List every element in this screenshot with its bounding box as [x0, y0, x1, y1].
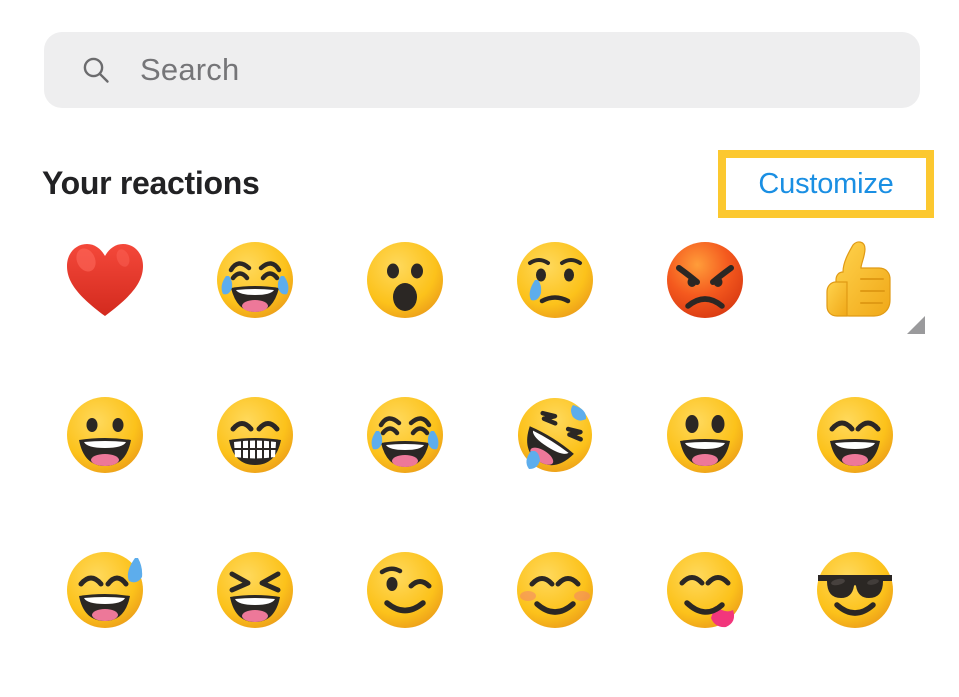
emoji-smiling-face-with-smiling-eyes[interactable] — [480, 542, 630, 697]
face-with-open-mouth-icon — [363, 238, 447, 322]
emoji-face-savoring-food[interactable] — [630, 542, 780, 697]
emoji-row — [0, 232, 959, 387]
emoji-face-with-tears-of-joy[interactable] — [330, 387, 480, 542]
grinning-face-with-sweat-icon — [63, 548, 147, 632]
emoji-row — [0, 387, 959, 542]
red-heart-icon — [63, 238, 147, 322]
emoji-red-heart[interactable] — [30, 232, 180, 387]
beaming-face-with-smiling-eyes-icon — [213, 393, 297, 477]
emoji-pouting-face[interactable] — [630, 232, 780, 387]
emoji-row — [0, 542, 959, 697]
pouting-face-icon — [663, 238, 747, 322]
emoji-beaming-face-with-smiling-eyes[interactable] — [180, 387, 330, 542]
crying-face-icon — [513, 238, 597, 322]
face-with-tears-of-joy-icon — [363, 393, 447, 477]
emoji-grid — [0, 232, 959, 681]
customize-button[interactable]: Customize — [758, 168, 893, 201]
grinning-face-with-smiling-eyes-icon — [813, 393, 897, 477]
emoji-rolling-on-the-floor-laughing[interactable] — [480, 387, 630, 542]
customize-highlight-box: Customize — [718, 150, 934, 218]
emoji-face-with-tears-of-joy[interactable] — [180, 232, 330, 387]
emoji-grinning-face[interactable] — [30, 387, 180, 542]
section-header: Your reactions Customize — [0, 150, 959, 218]
page-title: Your reactions — [42, 165, 260, 201]
emoji-grinning-face-with-smiling-eyes[interactable] — [780, 387, 930, 542]
search-bar[interactable] — [44, 32, 920, 108]
rolling-on-the-floor-laughing-icon — [513, 393, 597, 477]
emoji-face-with-open-mouth[interactable] — [330, 232, 480, 387]
smiling-face-with-sunglasses-icon — [813, 548, 897, 632]
grinning-squinting-face-icon — [213, 548, 297, 632]
thumbs-up-icon — [813, 238, 925, 334]
smiling-face-with-smiling-eyes-icon — [513, 548, 597, 632]
emoji-smiling-face-with-sunglasses[interactable] — [780, 542, 930, 697]
search-input[interactable] — [138, 47, 842, 93]
emoji-thumbs-up[interactable] — [780, 232, 930, 387]
search-icon — [80, 54, 112, 86]
face-with-tears-of-joy-icon — [213, 238, 297, 322]
emoji-grinning-face-with-big-eyes[interactable] — [630, 387, 780, 542]
face-savoring-food-icon — [663, 548, 747, 632]
emoji-winking-face[interactable] — [330, 542, 480, 697]
skin-tone-variant-indicator-icon[interactable] — [907, 316, 925, 334]
grinning-face-with-big-eyes-icon — [663, 393, 747, 477]
grinning-face-icon — [63, 393, 147, 477]
emoji-grinning-squinting-face[interactable] — [180, 542, 330, 697]
emoji-crying-face[interactable] — [480, 232, 630, 387]
emoji-grinning-face-with-sweat[interactable] — [30, 542, 180, 697]
winking-face-icon — [363, 548, 447, 632]
